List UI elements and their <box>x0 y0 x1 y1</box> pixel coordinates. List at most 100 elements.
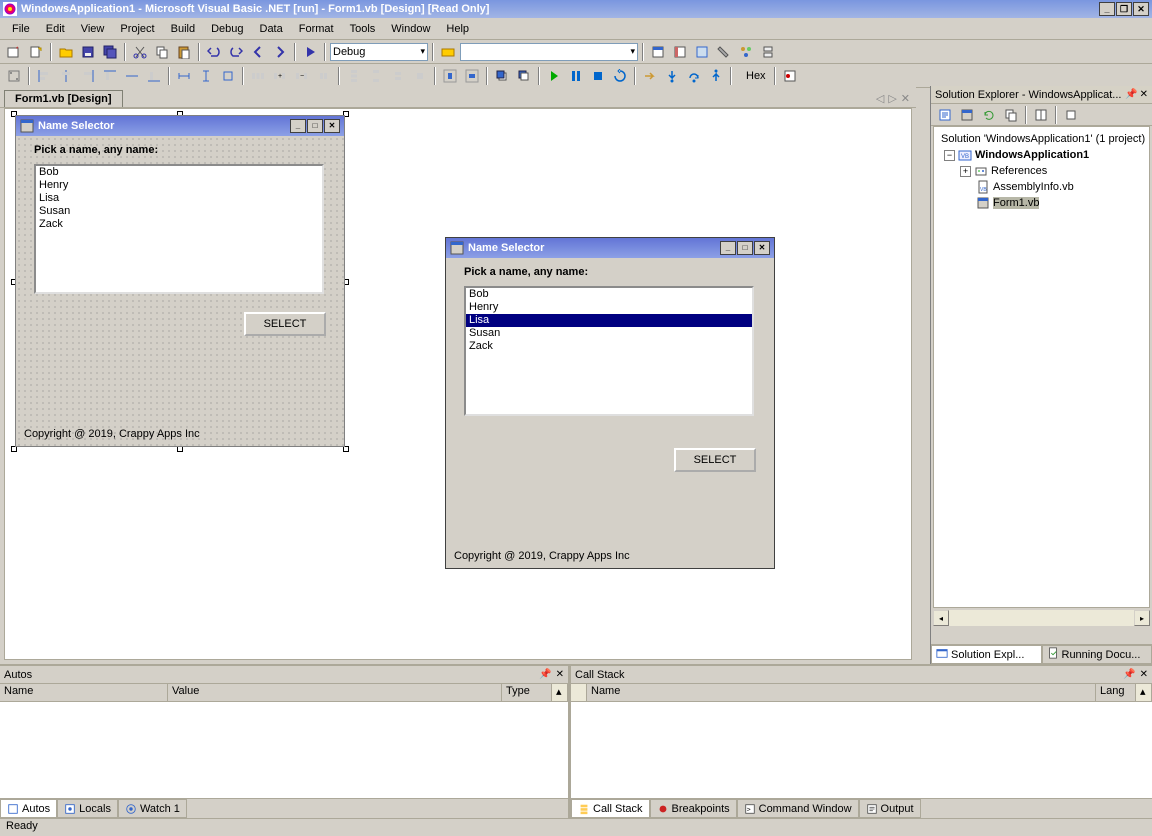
vspace-inc-icon[interactable] <box>366 66 386 86</box>
menu-format[interactable]: Format <box>291 21 342 37</box>
tab-prev-icon[interactable]: ◁ <box>876 92 884 105</box>
col-name[interactable]: Name <box>0 684 168 701</box>
design-surface[interactable]: Name Selector _ □ ✕ Pick a name, any nam… <box>4 108 912 660</box>
scroll-up-icon[interactable]: ▴ <box>552 684 568 701</box>
hspace-dec-icon[interactable]: − <box>292 66 312 86</box>
hex-button[interactable]: Hex <box>742 70 770 82</box>
scroll-up-icon[interactable]: ▴ <box>1136 684 1152 701</box>
close-icon[interactable]: ✕ <box>556 669 564 680</box>
callstack-body[interactable] <box>571 702 1152 798</box>
step-over-icon[interactable] <box>684 66 704 86</box>
same-size-icon[interactable] <box>218 66 238 86</box>
vspace-equal-icon[interactable] <box>344 66 364 86</box>
close-icon[interactable]: ✕ <box>1140 89 1148 100</box>
align-left-icon[interactable] <box>34 66 54 86</box>
refresh-icon[interactable] <box>979 105 999 125</box>
select-button[interactable]: SELECT <box>244 312 326 336</box>
align-middle-icon[interactable] <box>122 66 142 86</box>
min-button[interactable]: _ <box>720 241 736 255</box>
tab-breakpoints[interactable]: Breakpoints <box>650 799 737 818</box>
view-designer-icon[interactable] <box>957 105 977 125</box>
list-item[interactable]: Henry <box>36 179 322 192</box>
scroll-left-icon[interactable]: ◂ <box>933 610 949 626</box>
nav-fwd-icon[interactable] <box>270 42 290 62</box>
open-icon[interactable] <box>56 42 76 62</box>
solx-titlebar[interactable]: Solution Explorer - WindowsApplicat... 📌… <box>931 86 1152 104</box>
align-grid-icon[interactable] <box>4 66 24 86</box>
runtime-titlebar[interactable]: Name Selector _ □ ✕ <box>446 238 774 258</box>
properties-icon[interactable] <box>670 42 690 62</box>
show-all-files-icon[interactable] <box>1001 105 1021 125</box>
step-out-icon[interactable] <box>706 66 726 86</box>
properties-icon[interactable] <box>1031 105 1051 125</box>
list-item[interactable]: Zack <box>466 340 752 353</box>
solx-tree[interactable]: Solution 'WindowsApplication1' (1 projec… <box>933 126 1150 608</box>
tab-command-window[interactable]: >Command Window <box>737 799 859 818</box>
tab-solution-explorer[interactable]: Solution Expl... <box>931 645 1042 664</box>
expand-icon[interactable]: + <box>960 166 971 177</box>
show-next-statement-icon[interactable] <box>640 66 660 86</box>
hspace-remove-icon[interactable] <box>314 66 334 86</box>
list-item[interactable]: Bob <box>466 288 752 301</box>
col-name[interactable]: Name <box>587 684 1096 701</box>
config-combo[interactable]: Debug▾ <box>330 43 428 61</box>
designer-body[interactable]: Pick a name, any name: Bob Henry Lisa Su… <box>16 136 344 446</box>
close-icon[interactable]: ✕ <box>1140 669 1148 680</box>
redo-icon[interactable] <box>226 42 246 62</box>
col-lang[interactable]: Lang <box>1096 684 1136 701</box>
list-item[interactable]: Zack <box>36 218 322 231</box>
debug-stop-icon[interactable] <box>588 66 608 86</box>
tab-close-icon[interactable]: ✕ <box>901 92 910 105</box>
tree-assemblyinfo-row[interactable]: VB AssemblyInfo.vb <box>938 179 1145 195</box>
list-item[interactable]: Susan <box>466 327 752 340</box>
doc-tab-form1[interactable]: Form1.vb [Design] <box>4 90 123 107</box>
view-code-icon[interactable] <box>935 105 955 125</box>
max-button[interactable]: □ <box>737 241 753 255</box>
bring-front-icon[interactable] <box>492 66 512 86</box>
pin-icon[interactable]: 📌 <box>1123 669 1135 680</box>
menu-tools[interactable]: Tools <box>342 21 384 37</box>
collapse-icon[interactable]: − <box>944 150 955 161</box>
tab-watch1[interactable]: Watch 1 <box>118 799 187 818</box>
autos-body[interactable] <box>0 702 568 798</box>
solution-explorer-icon[interactable] <box>648 42 668 62</box>
list-item[interactable]: Susan <box>36 205 322 218</box>
tab-output[interactable]: Output <box>859 799 921 818</box>
tab-next-icon[interactable]: ▷ <box>888 92 896 105</box>
copy-icon[interactable] <box>152 42 172 62</box>
undo-icon[interactable] <box>204 42 224 62</box>
minimize-button[interactable]: _ <box>1099 2 1115 16</box>
close-button[interactable]: ✕ <box>754 241 770 255</box>
pin-icon[interactable]: 📌 <box>539 669 551 680</box>
object-browser-icon[interactable] <box>692 42 712 62</box>
tab-callstack[interactable]: Call Stack <box>571 799 650 818</box>
find-in-files-icon[interactable] <box>438 42 458 62</box>
hspace-equal-icon[interactable] <box>248 66 268 86</box>
menu-build[interactable]: Build <box>163 21 203 37</box>
close-button[interactable]: ✕ <box>1133 2 1149 16</box>
same-height-icon[interactable] <box>196 66 216 86</box>
select-button[interactable]: SELECT <box>674 448 756 472</box>
server-explorer-icon[interactable] <box>758 42 778 62</box>
menu-window[interactable]: Window <box>383 21 438 37</box>
list-item[interactable]: Lisa <box>36 192 322 205</box>
list-item[interactable]: Henry <box>466 301 752 314</box>
list-item[interactable]: Bob <box>36 166 322 179</box>
add-item-icon[interactable] <box>26 42 46 62</box>
list-item[interactable]: Lisa <box>466 314 752 327</box>
debug-pause-icon[interactable] <box>566 66 586 86</box>
save-all-icon[interactable] <box>100 42 120 62</box>
menu-data[interactable]: Data <box>252 21 291 37</box>
tree-form1-row[interactable]: Form1.vb <box>938 195 1145 211</box>
tab-locals[interactable]: Locals <box>57 799 118 818</box>
tab-running-documents[interactable]: Running Docu... <box>1042 645 1152 664</box>
scroll-right-icon[interactable]: ▸ <box>1134 610 1150 626</box>
align-center-icon[interactable] <box>56 66 76 86</box>
col-value[interactable]: Value <box>168 684 502 701</box>
align-right-icon[interactable] <box>78 66 98 86</box>
center-h-icon[interactable] <box>440 66 460 86</box>
menu-file[interactable]: File <box>4 21 38 37</box>
restore-button[interactable]: ❐ <box>1116 2 1132 16</box>
name-listbox[interactable]: Bob Henry Lisa Susan Zack <box>34 164 324 294</box>
new-project-icon[interactable]: * <box>4 42 24 62</box>
